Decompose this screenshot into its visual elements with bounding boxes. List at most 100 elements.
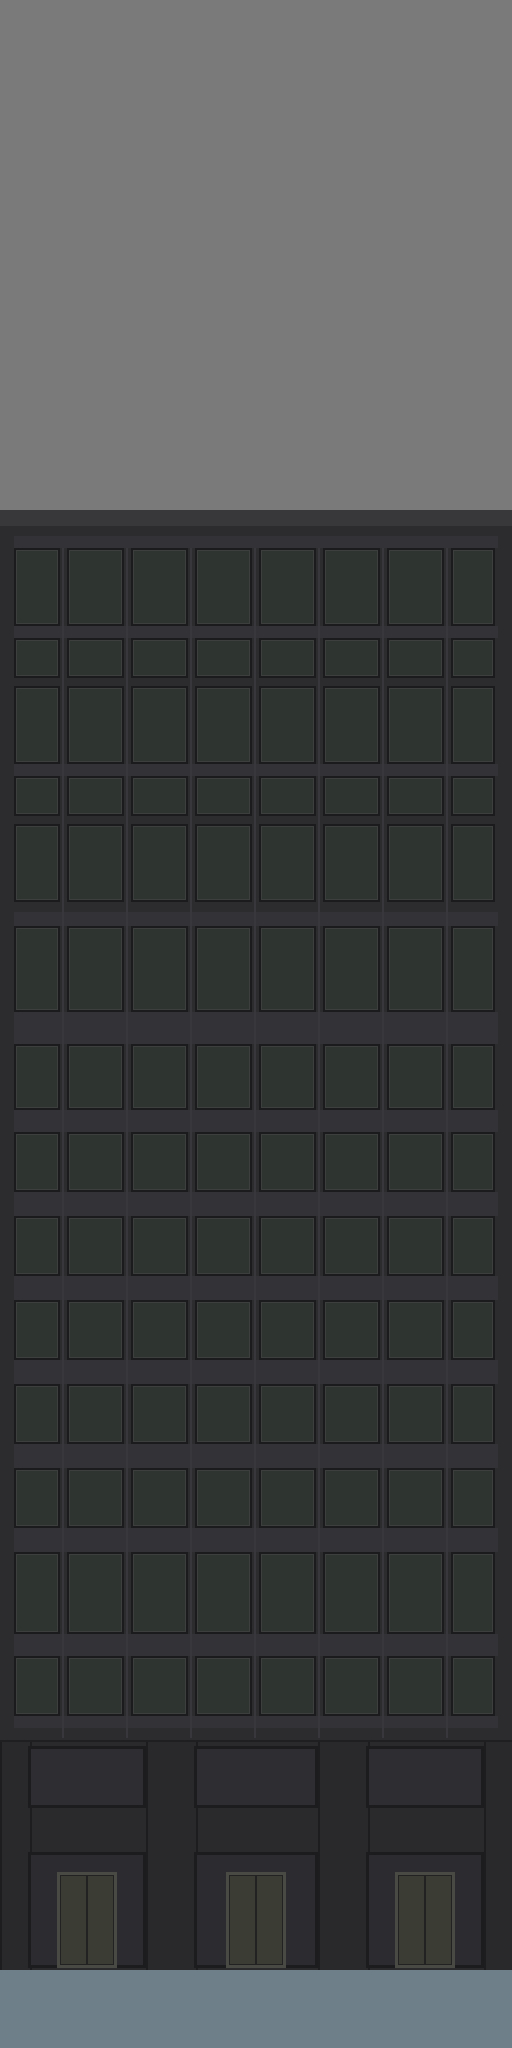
sky-background <box>0 0 512 510</box>
entrance-door[interactable] <box>57 1872 117 1968</box>
window <box>195 1044 252 1110</box>
spandrel-band <box>14 764 498 776</box>
window <box>131 1044 188 1110</box>
window <box>451 1552 495 1634</box>
door-leaf[interactable] <box>60 1875 87 1965</box>
window <box>131 1468 188 1528</box>
window <box>451 824 495 902</box>
window <box>67 1468 124 1528</box>
window <box>67 1656 124 1716</box>
spandrel-band <box>14 1192 498 1216</box>
window <box>14 638 60 678</box>
mullion <box>254 548 256 1738</box>
window <box>387 1656 444 1716</box>
window <box>451 1300 495 1360</box>
window <box>131 1552 188 1634</box>
transom-window <box>28 1746 146 1808</box>
window <box>323 1468 380 1528</box>
spandrel-band <box>14 1360 498 1384</box>
window <box>14 1216 60 1276</box>
spandrel-band <box>14 1444 498 1468</box>
entrance-door[interactable] <box>226 1872 286 1968</box>
window <box>195 1656 252 1716</box>
street <box>0 1970 512 2048</box>
spandrel-band <box>14 1528 498 1552</box>
window <box>259 1468 316 1528</box>
window <box>195 638 252 678</box>
window <box>323 1216 380 1276</box>
door-leaf[interactable] <box>398 1875 425 1965</box>
window <box>259 926 316 1012</box>
window <box>259 1300 316 1360</box>
spandrel-band <box>14 1716 498 1728</box>
window <box>451 1216 495 1276</box>
spandrel-band <box>14 536 498 548</box>
window <box>323 824 380 902</box>
building <box>0 510 512 1740</box>
window <box>14 776 60 816</box>
window <box>67 1552 124 1634</box>
window <box>323 776 380 816</box>
window <box>259 1656 316 1716</box>
window <box>387 548 444 626</box>
window <box>67 1044 124 1110</box>
window <box>14 1044 60 1110</box>
window <box>451 1384 495 1444</box>
transom-window <box>194 1746 318 1808</box>
window <box>67 686 124 764</box>
window <box>195 686 252 764</box>
spandrel-band <box>14 1634 498 1656</box>
spandrel-band <box>14 1012 498 1044</box>
door-leaf[interactable] <box>256 1875 283 1965</box>
entrance-door[interactable] <box>395 1872 455 1968</box>
window <box>195 1552 252 1634</box>
window <box>14 686 60 764</box>
window <box>387 1044 444 1110</box>
window <box>259 1384 316 1444</box>
door-leaf[interactable] <box>425 1875 452 1965</box>
spandrel-band <box>14 912 498 926</box>
window <box>67 776 124 816</box>
mullion <box>190 548 192 1738</box>
mullion <box>382 548 384 1738</box>
window <box>14 824 60 902</box>
window <box>14 1132 60 1192</box>
window <box>451 1656 495 1716</box>
window <box>259 824 316 902</box>
window <box>131 1300 188 1360</box>
window <box>131 824 188 902</box>
window <box>323 1656 380 1716</box>
door-leaf[interactable] <box>87 1875 114 1965</box>
window <box>67 1384 124 1444</box>
window <box>323 926 380 1012</box>
window <box>131 776 188 816</box>
window <box>195 548 252 626</box>
window <box>195 1132 252 1192</box>
window <box>387 824 444 902</box>
window <box>451 1132 495 1192</box>
window <box>259 638 316 678</box>
window <box>131 638 188 678</box>
mullion <box>62 548 64 1738</box>
window <box>323 686 380 764</box>
window <box>195 1384 252 1444</box>
door-leaf[interactable] <box>229 1875 256 1965</box>
mullion <box>318 548 320 1738</box>
window <box>323 548 380 626</box>
window <box>259 776 316 816</box>
window <box>451 776 495 816</box>
window <box>14 1468 60 1528</box>
window <box>387 1384 444 1444</box>
entrance-pier <box>146 1742 198 1972</box>
window <box>259 1044 316 1110</box>
roof-parapet <box>0 510 512 526</box>
window <box>387 776 444 816</box>
window <box>14 1300 60 1360</box>
window <box>323 1300 380 1360</box>
window <box>131 1384 188 1444</box>
window <box>195 776 252 816</box>
window <box>131 1656 188 1716</box>
window <box>451 1044 495 1110</box>
window <box>67 638 124 678</box>
window <box>14 1552 60 1634</box>
